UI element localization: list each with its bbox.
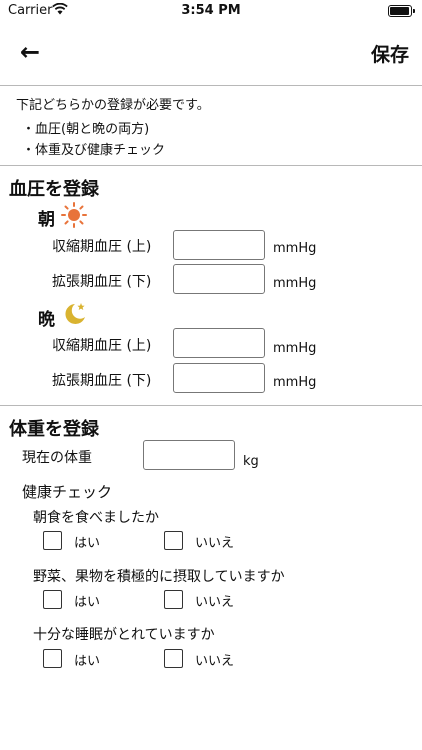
morning-systolic-label: 収縮期血圧 (上) — [52, 239, 152, 255]
yes-label: はい — [74, 595, 101, 610]
current-weight-label: 現在の体重 — [22, 450, 92, 466]
unit-kg: kg — [243, 454, 259, 469]
battery-icon — [388, 5, 415, 17]
notice-line-2: ・血圧(朝と晩の両方) — [22, 122, 150, 137]
sleep-no-checkbox[interactable] — [164, 649, 183, 668]
save-button[interactable]: 保存 — [371, 40, 409, 67]
weight-section-title: 体重を登録 — [9, 419, 99, 440]
morning-label: 朝 — [38, 210, 55, 230]
question-sleep: 十分な睡眠がとれていますか — [33, 627, 215, 643]
yes-label: はい — [74, 654, 101, 669]
sun-icon — [61, 202, 87, 232]
morning-systolic-input[interactable] — [173, 230, 265, 260]
question-breakfast: 朝食を食べましたか — [33, 510, 159, 526]
notice-line-3: ・体重及び健康チェック — [22, 143, 166, 158]
notice-line-1: 下記どちらかの登録が必要です。 — [16, 98, 210, 113]
status-bar: Carrier 3:54 PM — [0, 0, 422, 22]
no-label: いいえ — [195, 536, 235, 551]
yes-label: はい — [74, 536, 101, 551]
morning-diastolic-input[interactable] — [173, 264, 265, 294]
unit-mmhg: mmHg — [273, 241, 317, 256]
no-label: いいえ — [195, 595, 235, 610]
moon-star-icon — [61, 300, 89, 332]
divider — [0, 85, 422, 86]
evening-systolic-label: 収縮期血圧 (上) — [52, 338, 152, 354]
health-check-title: 健康チェック — [22, 483, 113, 501]
divider — [0, 165, 422, 166]
divider — [0, 405, 422, 406]
evening-diastolic-label: 拡張期血圧 (下) — [52, 373, 152, 389]
unit-mmhg: mmHg — [273, 276, 317, 291]
weight-input[interactable] — [143, 440, 235, 470]
question-vegetables: 野菜、果物を積極的に摂取していますか — [33, 569, 285, 585]
no-label: いいえ — [195, 654, 235, 669]
evening-systolic-input[interactable] — [173, 328, 265, 358]
vegetables-no-checkbox[interactable] — [164, 590, 183, 609]
evening-diastolic-input[interactable] — [173, 363, 265, 393]
unit-mmhg: mmHg — [273, 375, 317, 390]
unit-mmhg: mmHg — [273, 341, 317, 356]
vegetables-yes-checkbox[interactable] — [43, 590, 62, 609]
sleep-yes-checkbox[interactable] — [43, 649, 62, 668]
evening-label: 晩 — [38, 310, 55, 330]
bp-section-title: 血圧を登録 — [9, 179, 99, 200]
arrow-left-icon: ← — [20, 38, 41, 66]
morning-diastolic-label: 拡張期血圧 (下) — [52, 274, 152, 290]
breakfast-no-checkbox[interactable] — [164, 531, 183, 550]
breakfast-yes-checkbox[interactable] — [43, 531, 62, 550]
status-time: 3:54 PM — [181, 3, 241, 18]
back-button[interactable]: ← — [20, 38, 40, 66]
